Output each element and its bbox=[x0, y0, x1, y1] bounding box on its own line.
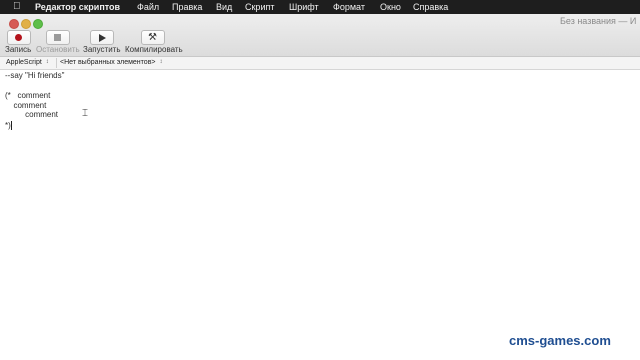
menu-font[interactable]: Шрифт bbox=[289, 0, 319, 14]
language-selector[interactable]: AppleScript ↕ bbox=[6, 58, 50, 67]
script-editor[interactable]: --say "Hi friends" (* comment comment co… bbox=[0, 70, 640, 360]
apple-logo-icon[interactable]:  bbox=[13, 0, 23, 14]
menu-app-name[interactable]: Редактор скриптов bbox=[35, 0, 120, 14]
window-close-button[interactable] bbox=[9, 19, 19, 29]
menu-edit[interactable]: Правка bbox=[172, 0, 202, 14]
element-selector-value: <Нет выбранных элементов> bbox=[60, 59, 156, 66]
record-icon bbox=[15, 34, 22, 41]
navigation-bar: AppleScript ↕ <Нет выбранных элементов> … bbox=[0, 57, 640, 70]
ibeam-cursor-icon: ⌶ bbox=[82, 108, 88, 119]
code-line[interactable]: comment bbox=[14, 110, 58, 119]
updown-arrows-icon: ↕ bbox=[159, 59, 163, 65]
run-button-box[interactable] bbox=[90, 30, 114, 45]
hammer-icon: ⚒ bbox=[148, 32, 157, 43]
stop-icon bbox=[54, 34, 61, 41]
window-minimize-button[interactable] bbox=[21, 19, 31, 29]
run-label: Запустить bbox=[83, 45, 121, 54]
stop-button-box[interactable] bbox=[46, 30, 70, 45]
code-line[interactable]: comment bbox=[9, 101, 46, 110]
code-line[interactable]: *) bbox=[5, 121, 11, 130]
menu-help[interactable]: Справка bbox=[413, 0, 448, 14]
window-title: Без названия — И bbox=[560, 16, 637, 26]
compile-button-box[interactable]: ⚒ bbox=[141, 30, 165, 45]
watermark: cms-games.com bbox=[509, 333, 611, 348]
window-toolbar: Без названия — И Запись Остановить Запус… bbox=[0, 14, 640, 57]
menu-view[interactable]: Вид bbox=[216, 0, 232, 14]
menu-file[interactable]: Файл bbox=[137, 0, 159, 14]
record-label: Запись bbox=[5, 45, 32, 54]
menu-bar:  Редактор скриптов Файл Правка Вид Скри… bbox=[0, 0, 640, 14]
menu-script[interactable]: Скрипт bbox=[245, 0, 274, 14]
navbar-divider bbox=[56, 58, 57, 68]
stop-label: Остановить bbox=[36, 45, 80, 54]
language-selector-value: AppleScript bbox=[6, 59, 42, 66]
record-button-box[interactable] bbox=[7, 30, 31, 45]
menu-window[interactable]: Окно bbox=[380, 0, 401, 14]
text-caret bbox=[11, 121, 12, 130]
play-icon bbox=[99, 34, 106, 42]
window-zoom-button[interactable] bbox=[33, 19, 43, 29]
element-selector[interactable]: <Нет выбранных элементов> ↕ bbox=[60, 58, 164, 67]
menu-format[interactable]: Формат bbox=[333, 0, 365, 14]
code-line[interactable]: --say "Hi friends" bbox=[5, 71, 64, 80]
code-line[interactable]: (* comment bbox=[5, 91, 50, 100]
compile-label: Компилировать bbox=[125, 45, 183, 54]
updown-arrows-icon: ↕ bbox=[45, 59, 49, 65]
